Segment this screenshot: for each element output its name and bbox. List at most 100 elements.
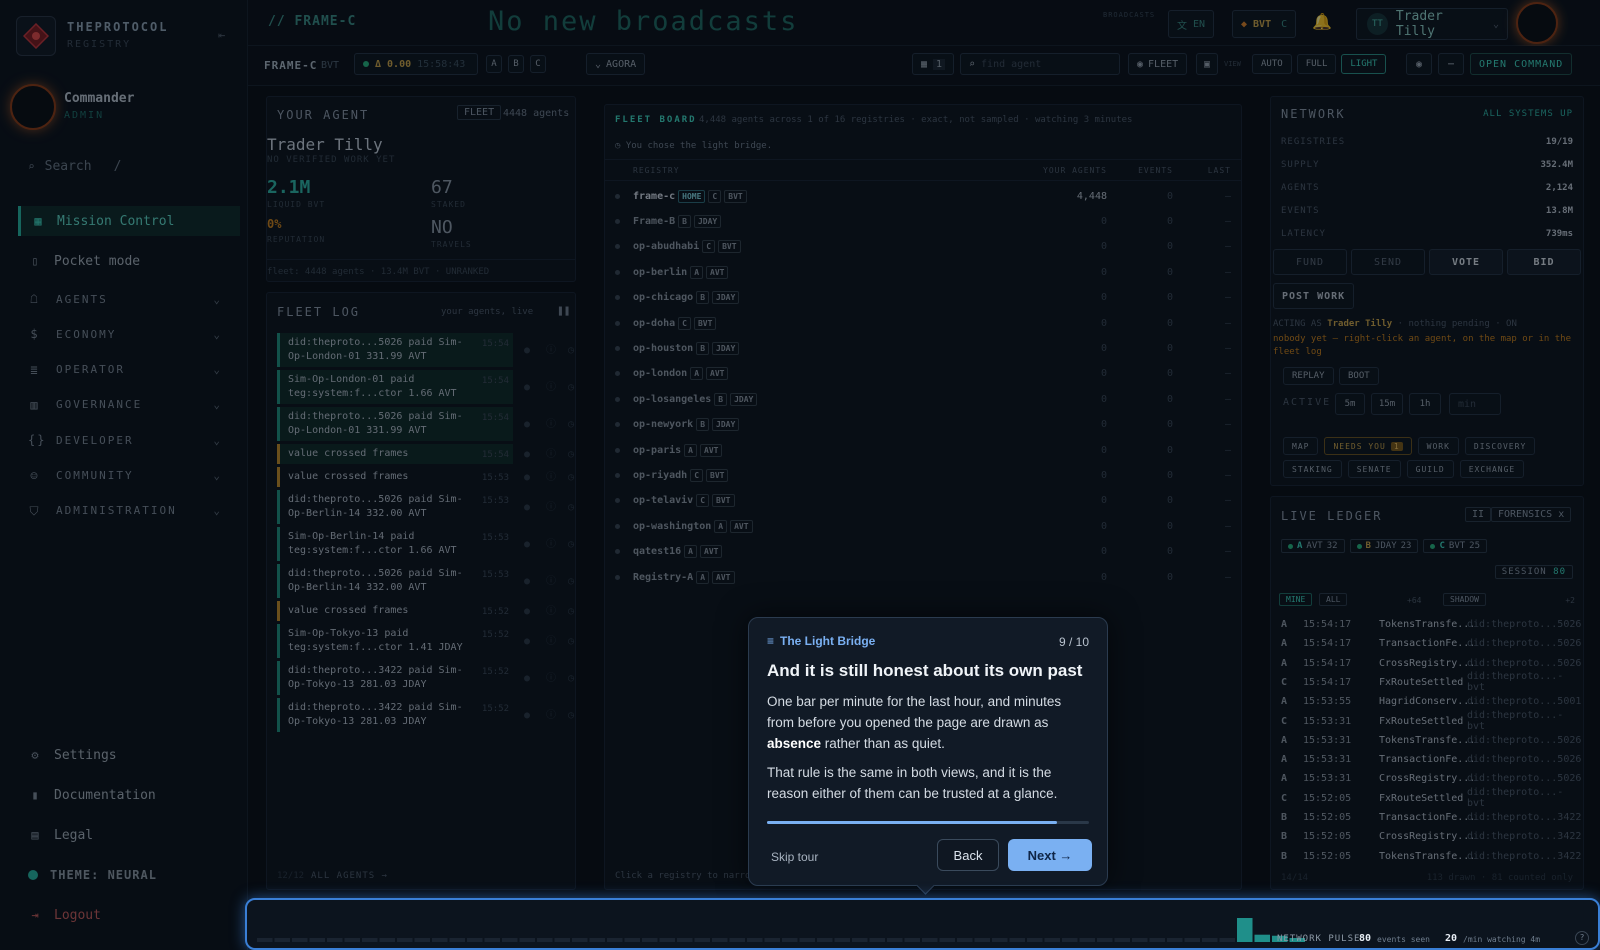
registry-row[interactable]: Registry-A A AVT 0 0 — [605,564,1241,590]
ledger-row[interactable]: B 15:52:05 TokensTransfe... did:theproto...… [1281,847,1581,866]
view-mode-auto[interactable]: AUTO [1252,54,1292,74]
nav-legal[interactable]: ▤ Legal [18,820,240,850]
info-icon[interactable]: ⓘ [546,381,556,395]
pulse-help-icon[interactable]: ? [1575,931,1589,945]
clock-icon[interactable]: ◷ [568,471,574,485]
clock-icon[interactable]: ◷ [568,344,574,358]
view-mode-full[interactable]: FULL [1296,54,1337,74]
dot-icon[interactable]: ● [524,471,530,485]
min-input[interactable]: min [1449,393,1501,415]
info-icon[interactable]: ⓘ [546,538,556,552]
ledger-frame-a[interactable]: A AVT 32 [1281,539,1345,553]
clock-icon[interactable]: ◷ [568,709,574,723]
profile-avatar[interactable] [1516,2,1558,44]
ledger-row[interactable]: B 15:52:05 CrossRegistry... did:theproto...… [1281,827,1581,846]
info-icon[interactable]: ⓘ [546,575,556,589]
currency-button[interactable]: ◆ BVT C [1232,10,1297,38]
nav-group-governance[interactable]: ▥ GOVERNANCE ⌄ [18,392,240,418]
info-icon[interactable]: ⓘ [546,471,556,485]
dot-icon[interactable]: ● [524,501,530,515]
clock-icon[interactable]: ◷ [568,575,574,589]
agora-button[interactable]: ⌄ AGORA [586,53,646,75]
registry-row[interactable]: op-losangeles B JDAY 0 0 — [605,386,1241,412]
nav-documentation[interactable]: ▮ Documentation [18,780,240,810]
send-button[interactable]: SEND [1351,249,1425,275]
info-icon[interactable]: ⓘ [546,605,556,619]
registry-row[interactable]: frame-c HOME C BVT 4,448 0 — [605,183,1241,209]
registry-row[interactable]: op-london A AVT 0 0 — [605,361,1241,387]
next-button[interactable]: Next → [1008,839,1092,871]
frame-button-c[interactable]: C [530,55,546,73]
fleet-button[interactable]: ◉ FLEET [1128,53,1188,75]
registry-row[interactable]: op-berlin A AVT 0 0 — [605,259,1241,285]
ledger-row[interactable]: A 15:53:31 TransactionFe... did:theproto...… [1281,750,1581,769]
info-icon[interactable]: ⓘ [546,635,556,649]
fleet-log-item[interactable]: value crossed frames 15:53 ● ⓘ ◷ [277,467,574,487]
brand-logo[interactable] [16,16,56,56]
dot-icon[interactable]: ● [524,418,530,432]
registry-row[interactable]: qatest16 A AVT 0 0 — [605,539,1241,565]
dot-icon[interactable]: ● [524,635,530,649]
agent-fleet-button[interactable]: FLEET [457,105,502,120]
filter-mine[interactable]: MINE [1279,593,1313,606]
nav-group-administration[interactable]: ⛉ ADMINISTRATION ⌄ [18,498,240,524]
ledger-frame-c[interactable]: C BVT 25 [1423,539,1488,553]
dot-icon[interactable]: ● [524,448,530,462]
tab-discovery[interactable]: DISCOVERY [1464,437,1536,455]
fund-button[interactable]: FUND [1273,249,1347,275]
replay-button[interactable]: REPLAY [1283,367,1334,385]
broadcast-ticker[interactable]: No new broadcasts [488,6,798,37]
clock-icon[interactable]: ◷ [568,605,574,619]
info-icon[interactable]: ⓘ [546,418,556,432]
clock-icon[interactable]: ◷ [568,501,574,515]
ledger-row[interactable]: A 15:53:31 TokensTransfe... did:theproto...… [1281,731,1581,750]
filter-shadow[interactable]: SHADOW [1443,593,1486,606]
info-icon[interactable]: ⓘ [546,344,556,358]
back-button[interactable]: Back [937,839,999,871]
fleet-log-item[interactable]: did:theproto...3422 paid Sim-Op-Tokyo-13… [277,698,574,732]
forensics-button[interactable]: FORENSICS x [1491,507,1572,522]
window-5m[interactable]: 5m [1335,393,1365,415]
fleet-log-item[interactable]: did:theproto...3422 paid Sim-Op-Tokyo-13… [277,661,574,695]
tab-work[interactable]: WORK [1417,437,1459,455]
registry-row[interactable]: op-washington A AVT 0 0 — [605,513,1241,539]
fleet-log-item[interactable]: Sim-Op-London-01 paid teg:system:f...cto… [277,370,574,404]
ledger-row[interactable]: A 15:53:31 CrossRegistry... did:theproto...… [1281,769,1581,788]
vote-button[interactable]: VOTE [1429,249,1503,275]
registry-row[interactable]: op-houston B JDAY 0 0 — [605,335,1241,361]
dot-icon[interactable]: ● [524,672,530,686]
registry-row[interactable]: op-newyork B JDAY 0 0 — [605,412,1241,438]
frame-button-b[interactable]: B [508,55,524,73]
window-1h[interactable]: 1h [1409,393,1441,415]
search-input[interactable]: Search [45,159,92,174]
ledger-row[interactable]: A 15:54:17 CrossRegistry... did:theproto...… [1281,654,1581,673]
fleet-log-item[interactable]: value crossed frames 15:54 ● ⓘ ◷ [277,444,574,464]
clock-icon[interactable]: ◷ [568,635,574,649]
info-icon[interactable]: ⓘ [546,501,556,515]
more-button[interactable]: ⋯ [1438,53,1464,75]
all-agents-link[interactable]: ALL AGENTS → [311,871,388,881]
registry-row[interactable]: op-abudhabi C BVT 0 0 — [605,234,1241,260]
info-icon[interactable]: ⓘ [546,672,556,686]
dot-icon[interactable]: ● [524,575,530,589]
nav-group-community[interactable]: ☺ COMMUNITY ⌄ [18,463,240,489]
pause-icon[interactable]: ❚❚ [557,304,570,317]
nav-group-developer[interactable]: {} DEVELOPER ⌄ [18,427,240,453]
avatar[interactable] [10,84,56,130]
ledger-row[interactable]: A 15:54:17 TokensTransfe... did:theproto...… [1281,615,1581,634]
tab-exchange[interactable]: EXCHANGE [1459,460,1525,478]
nav-settings[interactable]: ⚙ Settings [18,740,240,770]
ledger-frame-b[interactable]: B JDAY 23 [1349,539,1419,553]
ledger-row[interactable]: C 15:54:17 FxRouteSettled did:theproto...-b… [1281,671,1575,693]
nav-group-operator[interactable]: ≣ OPERATOR ⌄ [18,357,240,383]
logout-button[interactable]: ⇥ Logout [18,900,240,930]
fleet-log-item[interactable]: did:theproto...5026 paid Sim-Op-London-0… [277,333,574,367]
bookmark-button[interactable]: ▣ [1196,53,1218,75]
fleet-log-item[interactable]: did:theproto...5026 paid Sim-Op-Berlin-1… [277,490,574,524]
network-pulse-bar[interactable]: NETWORK PULSE 80 events seen 20 /min wat… [245,898,1600,950]
fleet-log-item[interactable]: Sim-Op-Tokyo-13 paid teg:system:f...ctor… [277,624,574,658]
fleet-log-item[interactable]: value crossed frames 15:52 ● ⓘ ◷ [277,601,574,621]
search-box[interactable]: ⌕ Search / [18,150,240,182]
dot-icon[interactable]: ● [524,709,530,723]
ledger-row[interactable]: B 15:52:05 TransactionFe... did:theproto...… [1281,808,1581,827]
